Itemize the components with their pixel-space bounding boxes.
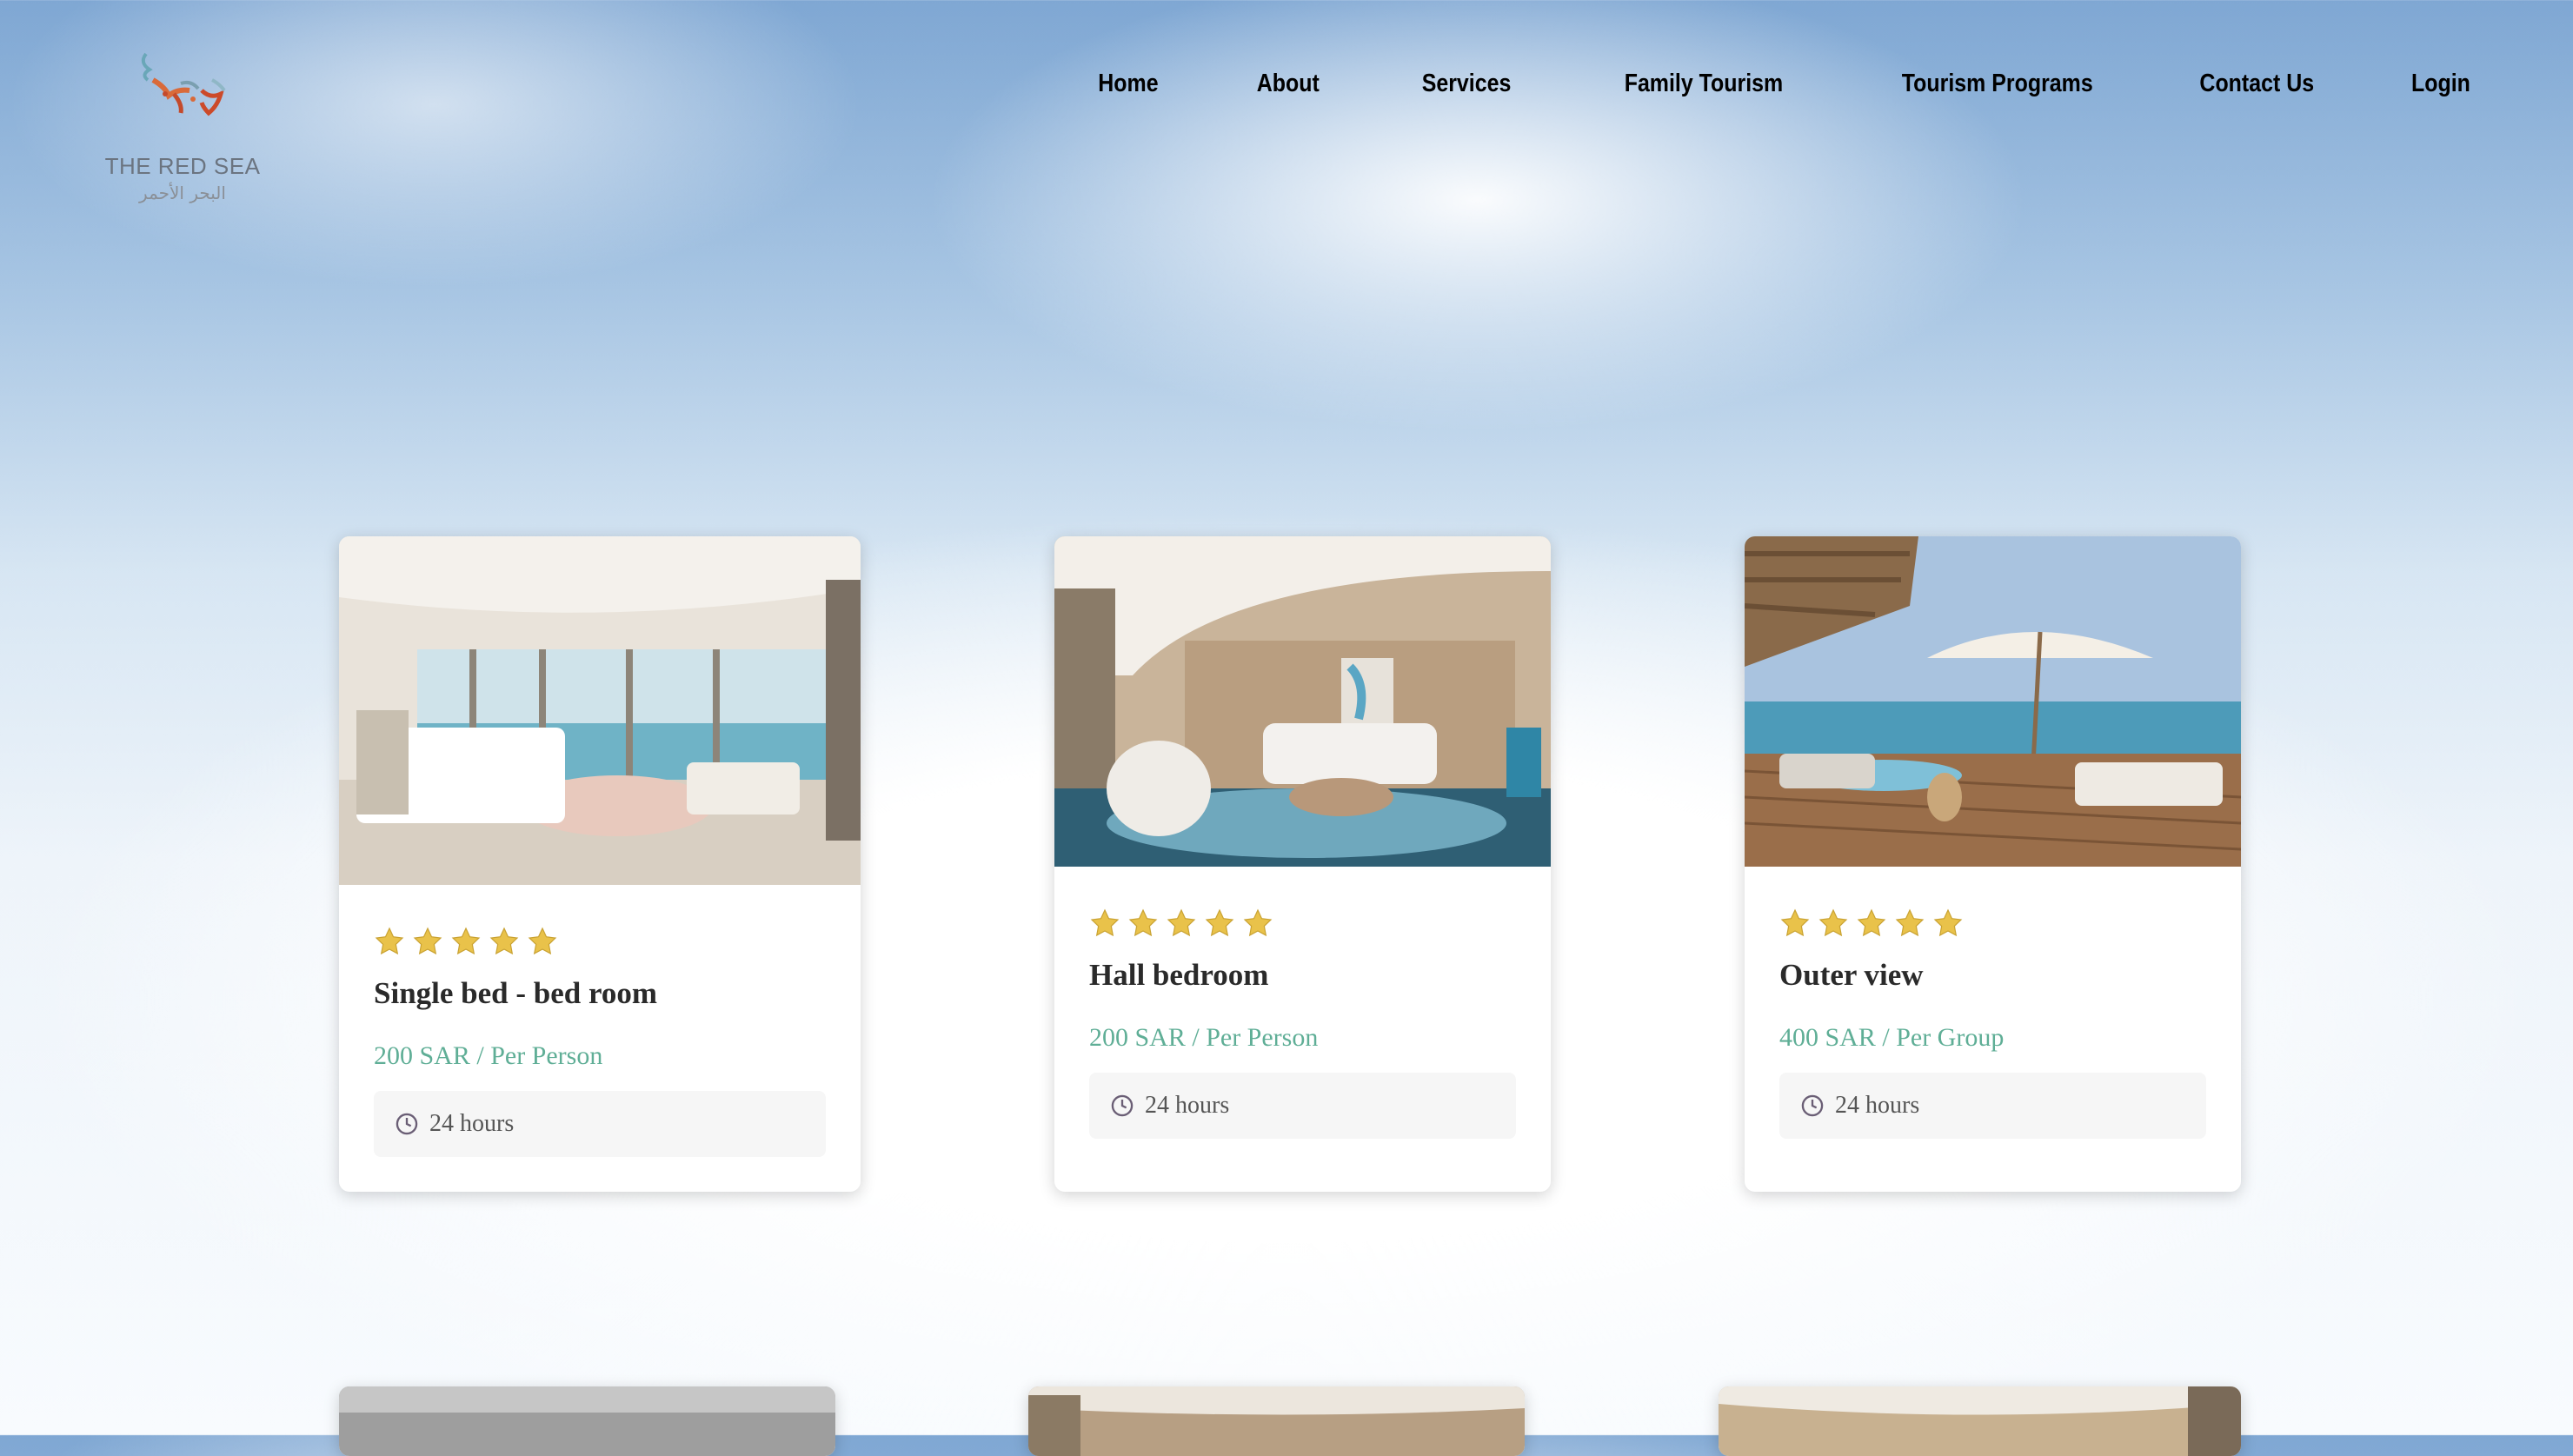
star-icon: [1818, 908, 1848, 937]
star-icon: [1090, 908, 1120, 937]
product-card-partial[interactable]: [1028, 1386, 1525, 1456]
room-photo-image: [339, 1386, 835, 1456]
nav-services[interactable]: Services: [1421, 70, 1511, 98]
clock-icon: [1801, 1094, 1824, 1117]
red-sea-logo-icon: [141, 52, 226, 116]
duration-box: 24 hours: [1089, 1073, 1516, 1139]
nav-family-tourism[interactable]: Family Tourism: [1625, 70, 1783, 98]
product-card-partial[interactable]: [339, 1386, 835, 1456]
duration-box: 24 hours: [374, 1091, 826, 1157]
product-card-partial[interactable]: [1719, 1386, 2241, 1456]
rating-stars: [1089, 908, 1280, 939]
nav-about[interactable]: About: [1257, 70, 1320, 98]
star-icon: [375, 927, 404, 955]
nav-tourism-programs[interactable]: Tourism Programs: [1902, 70, 2093, 98]
clock-icon: [1111, 1094, 1134, 1117]
living-hall-image: [1054, 536, 1551, 867]
product-card[interactable]: Single bed - bed room 200 SAR / Per Pers…: [339, 536, 861, 1192]
main-nav: Home About Services Family Tourism Touri…: [1001, 70, 2470, 98]
star-icon: [451, 927, 481, 955]
duration-text: 24 hours: [1145, 1092, 1230, 1119]
duration-text: 24 hours: [429, 1110, 515, 1137]
star-icon: [1780, 908, 1810, 937]
duration-box: 24 hours: [1779, 1073, 2206, 1139]
product-card[interactable]: Outer view 400 SAR / Per Group 24 hours: [1745, 536, 2241, 1192]
logo-text-ar: البحر الأحمر: [139, 183, 226, 203]
star-icon: [1857, 908, 1886, 937]
room-photo-image: [1028, 1386, 1525, 1456]
room-photo-image: [1719, 1386, 2241, 1456]
logo[interactable]: THE RED SEA البحر الأحمر: [103, 45, 263, 216]
logo-text-en: THE RED SEA: [104, 153, 261, 179]
card-price: 200 SAR / Per Person: [374, 1041, 603, 1070]
duration-text: 24 hours: [1835, 1092, 1920, 1119]
star-icon: [1167, 908, 1196, 937]
rating-stars: [374, 926, 565, 957]
nav-contact-us[interactable]: Contact Us: [2199, 70, 2314, 98]
star-icon: [1243, 908, 1273, 937]
star-icon: [1933, 908, 1963, 937]
card-price: 400 SAR / Per Group: [1779, 1023, 2005, 1052]
card-title[interactable]: Hall bedroom: [1089, 958, 1268, 993]
product-card[interactable]: Hall bedroom 200 SAR / Per Person 24 hou…: [1054, 536, 1551, 1192]
star-icon: [1128, 908, 1158, 937]
star-icon: [1895, 908, 1925, 937]
nav-login[interactable]: Login: [2411, 70, 2470, 98]
deck-pool-umbrella-image: [1745, 536, 2241, 867]
star-icon: [1205, 908, 1234, 937]
card-title[interactable]: Single bed - bed room: [374, 976, 657, 1011]
bedroom-sea-view-image: [339, 536, 861, 885]
star-icon: [413, 927, 442, 955]
rating-stars: [1779, 908, 1971, 939]
nav-home[interactable]: Home: [1099, 70, 1159, 98]
star-icon: [528, 927, 557, 955]
star-icon: [489, 927, 519, 955]
clock-icon: [396, 1113, 418, 1135]
card-price: 200 SAR / Per Person: [1089, 1023, 1319, 1052]
card-title[interactable]: Outer view: [1779, 958, 1924, 993]
